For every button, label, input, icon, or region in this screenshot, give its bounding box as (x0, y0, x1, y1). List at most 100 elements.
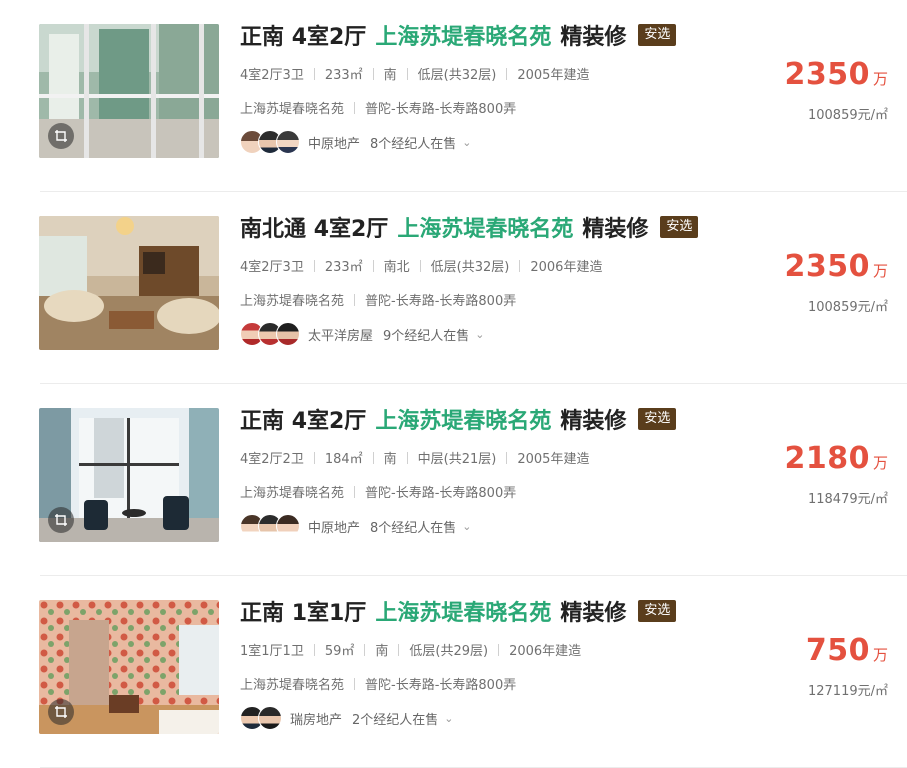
agent-count: 9个经纪人在售 (383, 328, 470, 344)
district-link[interactable]: 普陀-长寿路-长寿路800弄 (365, 482, 516, 501)
listing-photo[interactable] (39, 408, 219, 542)
chevron-down-icon[interactable]: ⌄ (475, 328, 484, 341)
divider (313, 643, 315, 656)
title-community[interactable]: 上海苏堤春晓名苑 (397, 211, 573, 243)
avatar (276, 322, 300, 346)
agent-info[interactable]: 中原地产 8个经纪人在售 ⌄ (240, 129, 472, 155)
total-price: 750 万 (806, 633, 888, 668)
agent-avatars (240, 322, 300, 346)
area: 184㎡ (324, 452, 363, 467)
title-decoration: 精装修 (560, 601, 627, 626)
listing-title[interactable]: 正南 4室2厅 上海苏堤春晓名苑 精装修 安选 (240, 19, 677, 51)
title-decoration: 精装修 (582, 217, 649, 242)
listing-card[interactable]: 正南 4室2厅 上海苏堤春晓名苑 精装修 安选 4室2厅2卫 184㎡ 南 中层… (0, 384, 907, 576)
chevron-down-icon[interactable]: ⌄ (462, 136, 471, 149)
build-year: 2005年建造 (517, 68, 590, 83)
listing-photo[interactable] (39, 24, 219, 158)
divider (506, 451, 508, 464)
house-info: 4室2厅2卫 184㎡ 南 中层(共21层) 2005年建造 (240, 448, 589, 467)
unit-price: 127119元/㎡ (807, 684, 888, 699)
vr-tour-icon[interactable] (48, 123, 74, 149)
divider (364, 643, 366, 656)
divider (313, 67, 315, 80)
listing-title[interactable]: 正南 1室1厅 上海苏堤春晓名苑 精装修 安选 (240, 595, 677, 627)
community-link[interactable]: 上海苏堤春晓名苑 (240, 482, 344, 501)
title-orientation-layout: 正南 4室2厅 (240, 409, 367, 434)
facing: 南 (375, 644, 389, 659)
title-community[interactable]: 上海苏堤春晓名苑 (375, 403, 551, 435)
anxuan-badge: 安选 (660, 216, 699, 238)
listing-photo[interactable] (39, 600, 219, 734)
chevron-down-icon[interactable]: ⌄ (444, 712, 453, 725)
agent-avatars (240, 514, 300, 538)
area: 233㎡ (324, 68, 363, 83)
chevron-down-icon[interactable]: ⌄ (462, 520, 471, 533)
listing-card[interactable]: 南北通 4室2厅 上海苏堤春晓名苑 精装修 安选 4室2厅3卫 233㎡ 南北 … (0, 192, 907, 384)
title-community[interactable]: 上海苏堤春晓名苑 (375, 595, 551, 627)
price-value: 2350 (784, 57, 870, 92)
divider (313, 451, 315, 464)
address-info: 上海苏堤春晓名苑 普陀-长寿路-长寿路800弄 (240, 290, 516, 309)
divider (372, 451, 374, 464)
community-link[interactable]: 上海苏堤春晓名苑 (240, 674, 344, 693)
anxuan-badge: 安选 (638, 24, 677, 46)
area: 233㎡ (324, 260, 363, 275)
divider (506, 67, 508, 80)
avatar (258, 706, 282, 730)
title-orientation-layout: 南北通 4室2厅 (240, 217, 389, 242)
divider (419, 259, 421, 272)
community-link[interactable]: 上海苏堤春晓名苑 (240, 290, 344, 309)
district-link[interactable]: 普陀-长寿路-长寿路800弄 (365, 290, 516, 309)
divider (498, 643, 500, 656)
unit-price: 100859元/㎡ (807, 108, 888, 123)
price-unit: 万 (872, 70, 888, 88)
unit-price: 100859元/㎡ (807, 300, 888, 315)
address-info: 上海苏堤春晓名苑 普陀-长寿路-长寿路800弄 (240, 98, 516, 117)
price-value: 750 (805, 633, 870, 668)
divider (354, 485, 356, 498)
unit-price: 118479元/㎡ (807, 492, 888, 507)
facing: 南 (383, 68, 397, 83)
agent-info[interactable]: 太平洋房屋 9个经纪人在售 ⌄ (240, 321, 485, 347)
divider (398, 643, 400, 656)
vr-tour-icon[interactable] (48, 507, 74, 533)
listing-title[interactable]: 南北通 4室2厅 上海苏堤春晓名苑 精装修 安选 (240, 211, 699, 243)
agent-count: 8个经纪人在售 (370, 520, 457, 536)
agency-name: 太平洋房屋 (308, 328, 374, 344)
listing-card[interactable]: 正南 4室2厅 上海苏堤春晓名苑 精装修 安选 4室2厅3卫 233㎡ 南 低层… (0, 0, 907, 192)
address-info: 上海苏堤春晓名苑 普陀-长寿路-长寿路800弄 (240, 482, 516, 501)
agent-count: 2个经纪人在售 (352, 712, 439, 728)
divider (354, 293, 356, 306)
title-community[interactable]: 上海苏堤春晓名苑 (375, 19, 551, 51)
floor: 低层(共32层) (430, 260, 510, 275)
district-link[interactable]: 普陀-长寿路-长寿路800弄 (365, 674, 516, 693)
title-decoration: 精装修 (560, 25, 627, 50)
avatar (276, 514, 300, 538)
build-year: 2005年建造 (517, 452, 590, 467)
agent-info[interactable]: 瑞房地产 2个经纪人在售 ⌄ (240, 705, 454, 731)
room-layout: 1室1厅1卫 (240, 644, 304, 659)
build-year: 2006年建造 (509, 644, 582, 659)
listing-title[interactable]: 正南 4室2厅 上海苏堤春晓名苑 精装修 安选 (240, 403, 677, 435)
agent-info[interactable]: 中原地产 8个经纪人在售 ⌄ (240, 513, 472, 539)
floor: 中层(共21层) (417, 452, 497, 467)
divider (406, 67, 408, 80)
price-value: 2350 (784, 249, 870, 284)
district-link[interactable]: 普陀-长寿路-长寿路800弄 (365, 98, 516, 117)
house-info: 1室1厅1卫 59㎡ 南 低层(共29层) 2006年建造 (240, 640, 581, 659)
divider (406, 451, 408, 464)
divider (354, 677, 356, 690)
price-unit: 万 (872, 454, 888, 472)
listing-list: 正南 4室2厅 上海苏堤春晓名苑 精装修 安选 4室2厅3卫 233㎡ 南 低层… (0, 0, 907, 768)
room-layout: 4室2厅3卫 (240, 260, 304, 275)
area: 59㎡ (324, 644, 355, 659)
listing-card[interactable]: 正南 1室1厅 上海苏堤春晓名苑 精装修 安选 1室1厅1卫 59㎡ 南 低层(… (0, 576, 907, 768)
divider (372, 259, 374, 272)
divider (313, 259, 315, 272)
room-layout: 4室2厅3卫 (240, 68, 304, 83)
listing-photo[interactable] (39, 216, 219, 350)
vr-tour-icon[interactable] (48, 699, 74, 725)
divider (372, 67, 374, 80)
community-link[interactable]: 上海苏堤春晓名苑 (240, 98, 344, 117)
facing: 南北 (383, 260, 410, 275)
